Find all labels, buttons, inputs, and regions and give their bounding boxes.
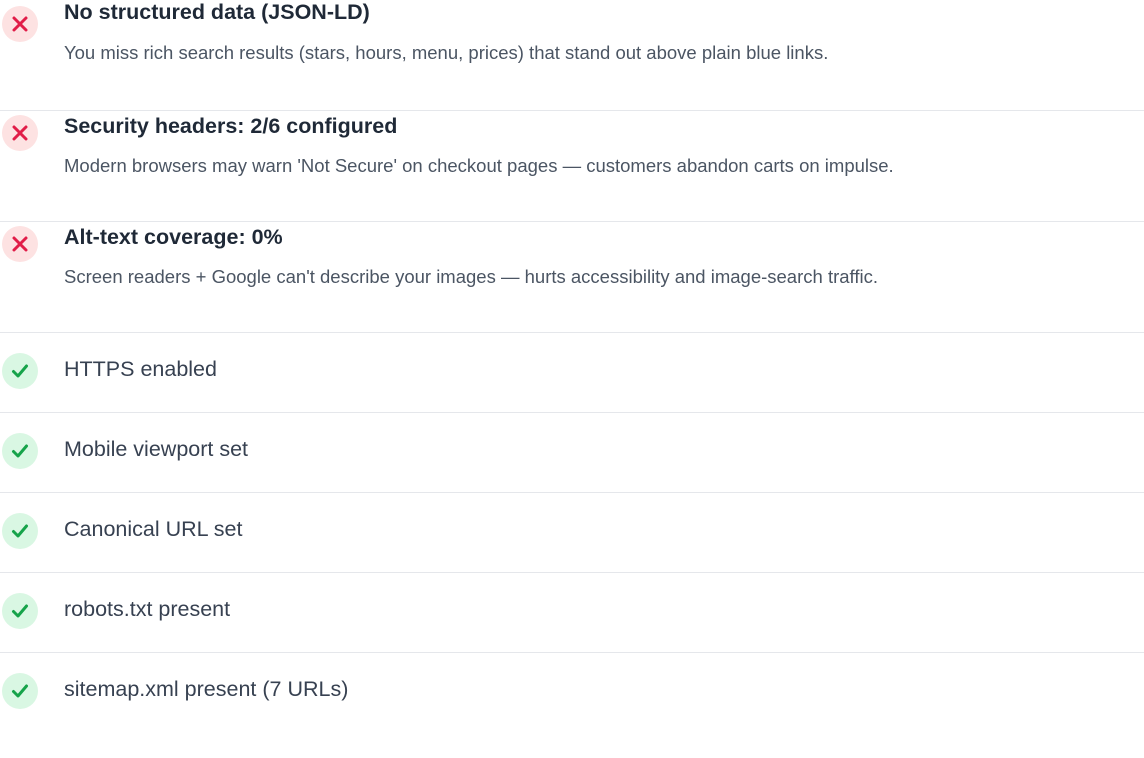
check-icon (2, 433, 38, 469)
pass-item-canonical-url: Canonical URL set (0, 493, 1144, 573)
check-icon (2, 353, 38, 389)
x-icon (2, 115, 38, 151)
pass-label: HTTPS enabled (64, 357, 217, 381)
issue-description: Screen readers + Google can't describe y… (64, 266, 878, 287)
pass-label: sitemap.xml present (7 URLs) (64, 677, 349, 701)
pass-item-mobile-viewport: Mobile viewport set (0, 413, 1144, 493)
audit-checklist: No structured data (JSON-LD) You miss ri… (0, 0, 1144, 733)
issue-title: Security headers: 2/6 configured (64, 114, 398, 138)
pass-label: Mobile viewport set (64, 437, 249, 461)
pass-item-sitemap-xml: sitemap.xml present (7 URLs) (0, 653, 1144, 733)
issue-item-security-headers: Security headers: 2/6 configured Modern … (0, 111, 1144, 222)
check-icon (2, 513, 38, 549)
check-icon (2, 593, 38, 629)
issue-item-structured-data: No structured data (JSON-LD) You miss ri… (0, 0, 1144, 111)
pass-item-https: HTTPS enabled (0, 333, 1144, 413)
issue-description: You miss rich search results (stars, hou… (64, 42, 829, 63)
issue-title: No structured data (JSON-LD) (64, 0, 370, 24)
issue-item-alt-text: Alt-text coverage: 0% Screen readers + G… (0, 222, 1144, 333)
x-icon (2, 6, 38, 42)
x-icon (2, 226, 38, 262)
pass-label: Canonical URL set (64, 517, 243, 541)
pass-label: robots.txt present (64, 597, 231, 621)
pass-item-robots-txt: robots.txt present (0, 573, 1144, 653)
check-icon (2, 673, 38, 709)
issue-description: Modern browsers may warn 'Not Secure' on… (64, 155, 894, 176)
issue-title: Alt-text coverage: 0% (64, 225, 283, 249)
